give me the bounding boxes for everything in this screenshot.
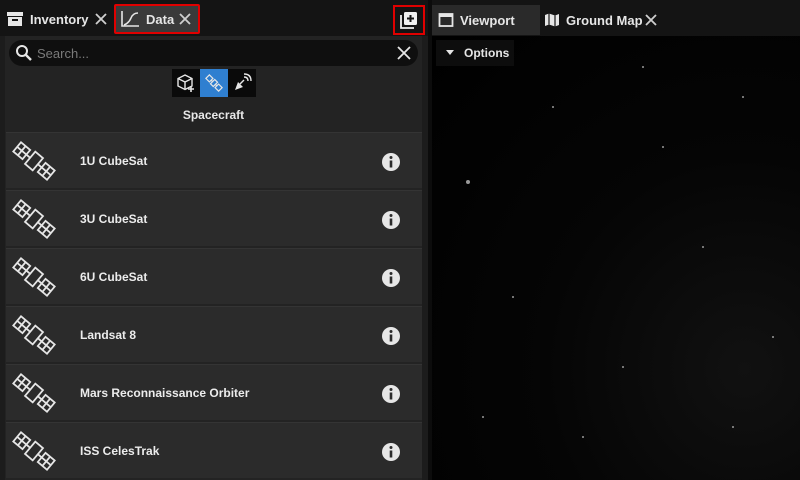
close-icon[interactable] <box>178 12 192 26</box>
add-tab-button[interactable] <box>393 5 425 35</box>
close-icon[interactable] <box>644 13 658 27</box>
spacecraft-name: ISS CelesTrak <box>80 444 160 458</box>
window-icon <box>438 13 454 27</box>
info-icon[interactable] <box>381 442 401 462</box>
tab-data-label: Data <box>146 11 175 27</box>
info-icon[interactable] <box>381 152 401 172</box>
satellite-icon <box>205 74 223 92</box>
right-panel: Viewport Ground Map Options <box>432 0 800 480</box>
list-item[interactable]: 6U CubeSat <box>6 248 422 304</box>
spacecraft-name: 3U CubeSat <box>80 212 148 226</box>
cube-add-icon <box>177 74 194 92</box>
list-item[interactable]: 1U CubeSat <box>6 132 422 188</box>
category-filters <box>172 69 256 97</box>
data-panel: Spacecraft 1U CubeSat <box>5 36 422 480</box>
tab-viewport[interactable]: Viewport <box>432 5 540 35</box>
spacecraft-name: 1U CubeSat <box>80 154 148 168</box>
satellite-icon <box>12 256 56 298</box>
spacecraft-name: 6U CubeSat <box>80 270 148 284</box>
antenna-icon <box>235 73 252 90</box>
add-window-icon <box>400 12 417 29</box>
caret-down-icon <box>446 50 454 55</box>
spacecraft-name: Landsat 8 <box>80 328 137 342</box>
satellite-icon <box>12 140 56 182</box>
satellite-icon <box>12 372 56 414</box>
star <box>466 180 470 184</box>
left-tab-bar: Inventory Data <box>0 0 428 36</box>
tab-ground-map-label: Ground Map <box>566 12 643 28</box>
star <box>552 106 554 108</box>
tab-ground-map[interactable]: Ground Map <box>542 5 664 35</box>
spacecraft-name: Mars Reconnaissance Orbiter <box>80 386 250 400</box>
star <box>742 96 744 98</box>
tab-inventory-label: Inventory <box>30 11 89 27</box>
list-item[interactable]: ISS CelesTrak <box>6 422 422 478</box>
map-icon <box>545 13 559 27</box>
tab-inventory[interactable]: Inventory <box>6 4 110 34</box>
list-item[interactable]: Mars Reconnaissance Orbiter <box>6 364 422 420</box>
line-chart-icon <box>121 11 139 27</box>
category-title: Spacecraft <box>182 108 245 122</box>
star <box>772 336 774 338</box>
satellite-icon <box>12 314 56 356</box>
search-input[interactable] <box>37 44 377 62</box>
info-icon[interactable] <box>381 326 401 346</box>
filter-cube-add-button[interactable] <box>172 69 200 97</box>
star <box>512 296 514 298</box>
viewport-canvas[interactable]: Options <box>432 36 800 480</box>
star <box>732 426 734 428</box>
list-item[interactable]: Landsat 8 <box>6 306 422 362</box>
star <box>642 66 644 68</box>
filter-antenna-button[interactable] <box>228 69 256 97</box>
filter-satellite-button[interactable] <box>200 69 228 97</box>
options-label: Options <box>464 46 510 60</box>
tab-data[interactable]: Data <box>114 4 200 34</box>
star <box>702 246 704 248</box>
star <box>662 146 664 148</box>
clear-search-icon[interactable] <box>396 45 412 61</box>
info-icon[interactable] <box>381 268 401 288</box>
info-icon[interactable] <box>381 384 401 404</box>
close-icon[interactable] <box>94 12 108 26</box>
options-dropdown[interactable]: Options <box>436 40 514 66</box>
star <box>482 416 484 418</box>
star <box>582 436 584 438</box>
satellite-icon <box>12 430 56 472</box>
satellite-icon <box>12 198 56 240</box>
left-panel: Inventory Data Search... Spacecraft 1U C… <box>0 0 428 480</box>
tab-viewport-label: Viewport <box>460 12 515 28</box>
info-icon[interactable] <box>381 210 401 230</box>
list-item[interactable]: 3U CubeSat <box>6 190 422 246</box>
star <box>622 366 624 368</box>
archive-icon <box>7 12 23 26</box>
search-bar <box>9 40 418 66</box>
right-tab-bar: Viewport Ground Map <box>432 0 800 36</box>
search-icon <box>16 45 32 61</box>
